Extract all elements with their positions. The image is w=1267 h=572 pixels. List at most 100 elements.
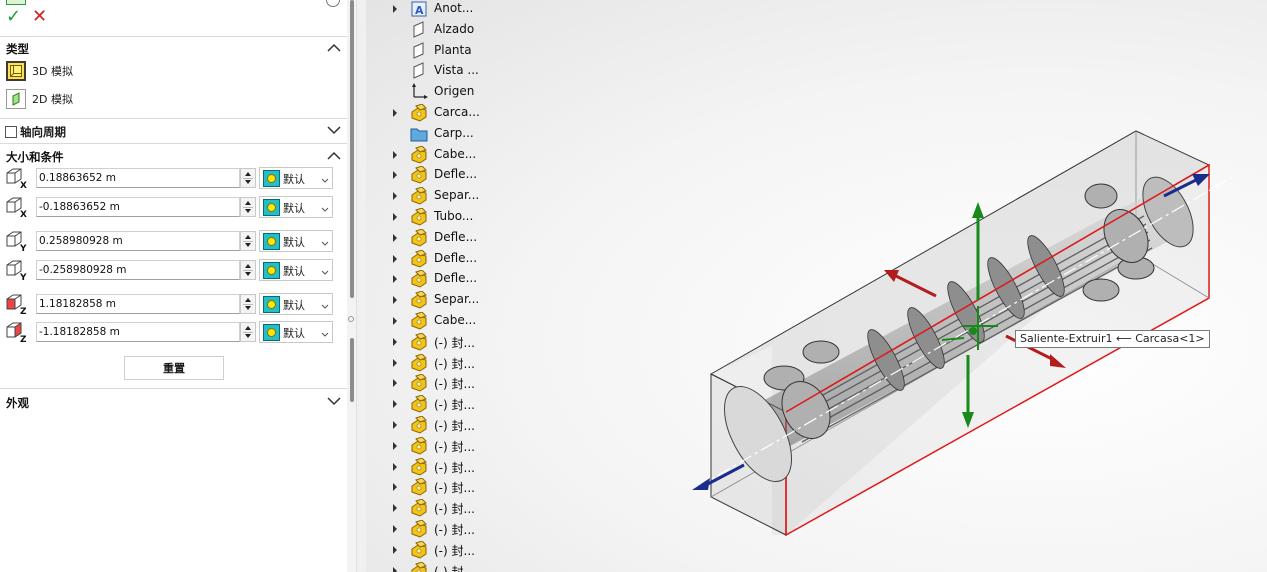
- part-icon: [410, 561, 428, 572]
- origin-icon: [410, 83, 428, 101]
- appearance-dropdown[interactable]: 默认: [259, 167, 333, 189]
- expand-arrow-icon[interactable]: [393, 213, 397, 221]
- panel-splitter[interactable]: [356, 0, 366, 572]
- option-3d-label: 3D 模拟: [32, 65, 73, 78]
- axial-period-checkbox[interactable]: 轴向周期: [5, 124, 66, 140]
- expand-arrow-icon[interactable]: [393, 337, 397, 346]
- part-icon: [410, 415, 428, 434]
- expand-arrow-icon[interactable]: [393, 379, 397, 388]
- appearance-dropdown[interactable]: 默认: [259, 230, 333, 252]
- scrollbar-thumb[interactable]: [350, 0, 354, 298]
- ok-button[interactable]: ✓: [6, 8, 21, 26]
- part-icon: [410, 353, 428, 372]
- chevron-down-icon[interactable]: [327, 396, 341, 406]
- box-z-negative-icon: Z: [4, 321, 28, 345]
- part-icon: [410, 436, 428, 455]
- appearance-dropdown[interactable]: 默认: [259, 321, 333, 343]
- graphics-viewport[interactable]: A Anot... Alzado Planta Vista ... Origen Carca…: [366, 0, 1267, 572]
- dimension-input[interactable]: 0.258980928 m: [36, 231, 240, 251]
- part-icon: [410, 394, 428, 413]
- spin-stepper[interactable]: [240, 294, 256, 314]
- chevron-down-icon[interactable]: [327, 125, 341, 135]
- tree-item-label: Separ...: [434, 188, 480, 203]
- part-icon: [410, 519, 428, 538]
- expand-arrow-icon[interactable]: [393, 317, 397, 325]
- expand-arrow-icon[interactable]: [393, 109, 397, 117]
- cancel-button[interactable]: ✕: [32, 8, 47, 26]
- spin-stepper[interactable]: [240, 322, 256, 342]
- svg-text:Y: Y: [19, 273, 27, 281]
- appearance-swatch-icon: [263, 170, 280, 187]
- checkbox-box[interactable]: [5, 126, 17, 138]
- tree-item-label: (-) 封...: [434, 502, 475, 517]
- dimension-row-z-positive: Z 1.18182858 m 默认: [4, 293, 334, 317]
- expand-arrow-icon[interactable]: [393, 233, 397, 242]
- appearance-label: 默认: [283, 173, 305, 186]
- expand-arrow-icon[interactable]: [393, 358, 397, 367]
- tree-item-label: (-) 封...: [434, 543, 475, 558]
- dimension-input[interactable]: -0.258980928 m: [36, 260, 240, 280]
- chevron-down-icon: [321, 265, 329, 279]
- appearance-label: 默认: [283, 265, 305, 278]
- option-2d-simulation[interactable]: 2D 模拟: [6, 89, 73, 109]
- spin-stepper[interactable]: [240, 231, 256, 251]
- scrollbar-thumb-lower[interactable]: [350, 338, 354, 402]
- svg-text:Z: Z: [20, 335, 27, 343]
- expand-arrow-icon[interactable]: [393, 275, 397, 284]
- expand-arrow-icon[interactable]: [393, 462, 397, 471]
- expand-arrow-icon[interactable]: [393, 400, 397, 409]
- spin-stepper[interactable]: [240, 197, 256, 217]
- chevron-up-icon[interactable]: [327, 151, 341, 161]
- dimension-row-z-negative: Z -1.18182858 m 默认: [4, 321, 334, 345]
- appearance-swatch-icon: [263, 262, 280, 279]
- part-icon: [410, 269, 428, 288]
- box-y-positive-icon: Y: [4, 230, 28, 254]
- expand-arrow-icon[interactable]: [393, 421, 397, 429]
- appearance-dropdown[interactable]: 默认: [259, 196, 333, 218]
- folder-icon: [410, 125, 428, 143]
- svg-text:Y: Y: [19, 244, 27, 252]
- expand-arrow-icon[interactable]: [393, 504, 397, 513]
- appearance-label: 默认: [283, 202, 305, 215]
- chevron-down-icon: [321, 327, 329, 341]
- expand-arrow-icon[interactable]: [393, 545, 397, 554]
- part-icon: [410, 165, 428, 184]
- appearance-label: 默认: [283, 299, 305, 312]
- expand-arrow-icon[interactable]: [393, 296, 397, 305]
- expand-arrow-icon[interactable]: [393, 254, 397, 263]
- spin-stepper[interactable]: [240, 168, 256, 188]
- expand-arrow-icon[interactable]: [393, 192, 397, 201]
- appearance-dropdown[interactable]: 默认: [259, 293, 333, 315]
- option-3d-simulation[interactable]: 3D 模拟: [6, 61, 73, 81]
- expand-arrow-icon[interactable]: [393, 171, 397, 180]
- splitter-grip-icon[interactable]: [348, 316, 354, 322]
- dimension-input[interactable]: 0.18863652 m: [36, 168, 240, 188]
- chevron-up-icon[interactable]: [327, 43, 341, 53]
- help-icon[interactable]: [326, 0, 340, 7]
- expand-arrow-icon[interactable]: [393, 150, 397, 159]
- dimension-input[interactable]: 1.18182858 m: [36, 294, 240, 314]
- tree-item-label: (-) 封...: [434, 377, 475, 392]
- tree-item-label: (-) 封...: [434, 523, 475, 537]
- dimension-row-y-negative: Y -0.258980928 m 默认: [4, 259, 334, 283]
- part-icon: [410, 311, 428, 330]
- box-x-negative-icon: X: [4, 196, 28, 220]
- expand-arrow-icon[interactable]: [393, 483, 397, 492]
- dimension-input[interactable]: -0.18863652 m: [36, 197, 240, 217]
- reset-button[interactable]: 重置: [124, 356, 224, 380]
- option-2d-label: 2D 模拟: [32, 93, 73, 106]
- spin-stepper[interactable]: [240, 260, 256, 280]
- expand-arrow-icon[interactable]: [393, 441, 397, 450]
- appearance-label: 默认: [283, 327, 305, 340]
- expand-arrow-icon[interactable]: [393, 5, 397, 13]
- tree-item-label: (-) 封...: [434, 439, 475, 454]
- expand-arrow-icon[interactable]: [393, 566, 397, 572]
- chevron-down-icon: [321, 202, 329, 216]
- axial-period-label: 轴向周期: [20, 125, 66, 139]
- tree-item-label: Alzado: [434, 21, 475, 36]
- expand-arrow-icon[interactable]: [393, 525, 397, 533]
- heat-exchanger-model[interactable]: [366, 0, 1267, 572]
- dimension-input[interactable]: -1.18182858 m: [36, 322, 240, 342]
- appearance-dropdown[interactable]: 默认: [259, 259, 333, 281]
- tree-item-label: Anot...: [434, 1, 474, 15]
